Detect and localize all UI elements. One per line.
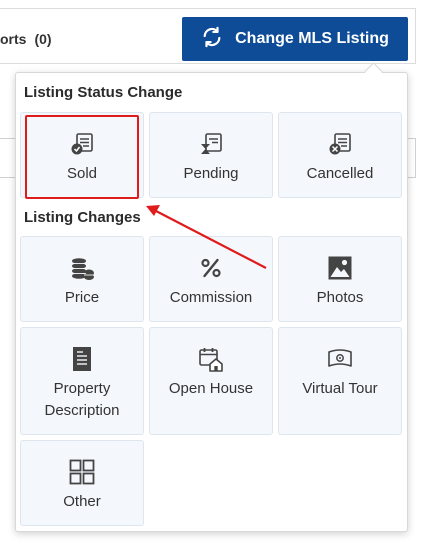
tile-property-description[interactable]: Property Description <box>20 327 144 435</box>
tile-property-description-label: Property Description <box>44 378 119 422</box>
tile-open-house-label: Open House <box>168 380 254 397</box>
tile-commission-label: Commission <box>169 289 253 306</box>
tile-other[interactable]: Other <box>20 440 144 526</box>
tile-pending-label: Pending <box>183 165 239 182</box>
reports-label: orts <box>0 31 27 47</box>
tile-open-house[interactable]: Open House <box>149 327 273 435</box>
tile-sold-label: Sold <box>66 165 98 182</box>
tile-photos-label: Photos <box>316 289 364 306</box>
tile-price-label: Price <box>64 289 100 306</box>
pending-icon <box>198 131 224 157</box>
coins-icon <box>69 255 95 281</box>
tile-virtual-tour-label: Virtual Tour <box>302 380 378 397</box>
sold-icon <box>69 131 95 157</box>
listing-status-change-title: Listing Status Change <box>24 84 183 101</box>
open-house-icon <box>198 346 224 372</box>
reports-count: (0) <box>34 31 52 47</box>
grid-icon <box>69 459 95 485</box>
document-icon <box>69 346 95 372</box>
reports-tab[interactable]: orts (0) <box>0 31 52 47</box>
virtual-tour-icon <box>327 346 353 372</box>
photo-icon <box>327 255 353 281</box>
change-mls-listing-button[interactable]: Change MLS Listing <box>182 17 408 61</box>
tile-photos[interactable]: Photos <box>278 236 402 322</box>
tile-price[interactable]: Price <box>20 236 144 322</box>
property-description-line2: Description <box>44 402 120 419</box>
tile-commission[interactable]: Commission <box>149 236 273 322</box>
tile-virtual-tour[interactable]: Virtual Tour <box>278 327 402 435</box>
tile-pending[interactable]: Pending <box>149 112 273 198</box>
tile-sold[interactable]: Sold <box>20 112 144 198</box>
tile-other-label: Other <box>63 493 101 510</box>
top-bar: orts (0) Change MLS Listing <box>0 8 416 64</box>
tile-cancelled[interactable]: Cancelled <box>278 112 402 198</box>
tile-cancelled-label: Cancelled <box>306 165 374 182</box>
percent-icon <box>198 255 224 281</box>
listing-changes-title: Listing Changes <box>24 209 141 226</box>
refresh-icon <box>201 26 223 53</box>
change-mls-listing-label: Change MLS Listing <box>235 30 389 47</box>
cancelled-icon <box>327 131 353 157</box>
property-description-line1: Property <box>53 380 111 397</box>
